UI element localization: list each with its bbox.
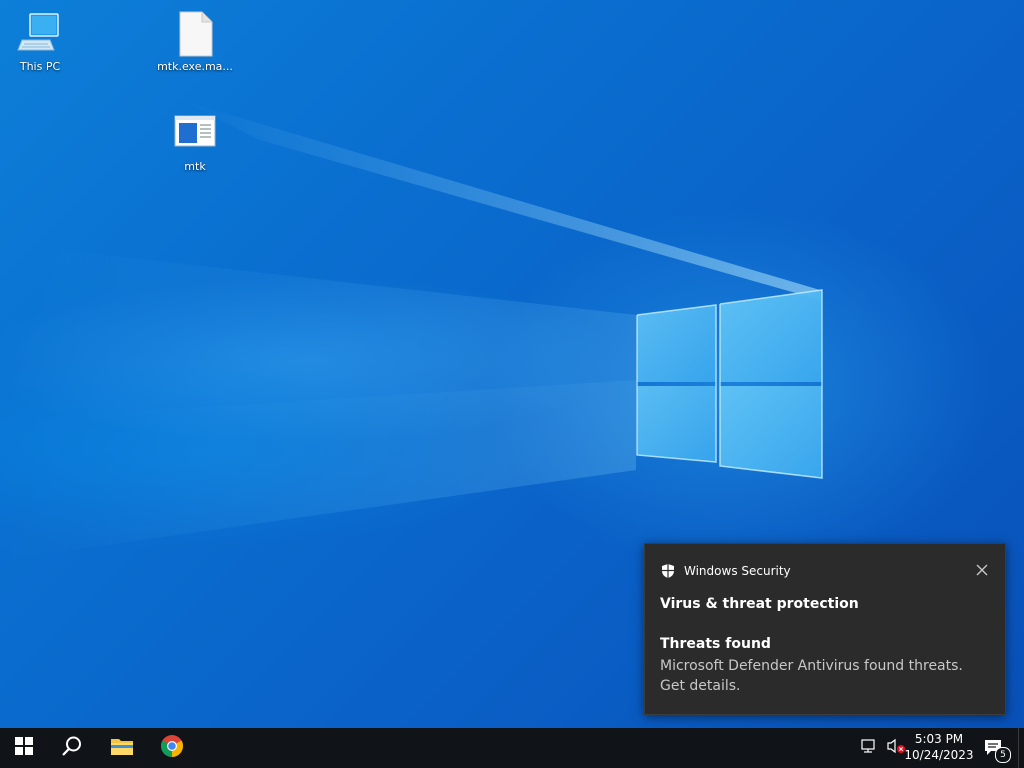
windows-security-toast[interactable]: Windows Security Virus & threat protecti… (644, 543, 1006, 715)
start-button[interactable] (0, 728, 48, 768)
toast-title: Virus & threat protection (660, 596, 859, 612)
clock-time: 5:03 PM (914, 732, 964, 746)
file-explorer-button[interactable] (98, 728, 146, 768)
clock-date: 10/24/2023 (904, 748, 974, 762)
blank-file-icon (171, 10, 219, 58)
toast-body: Microsoft Defender Antivirus found threa… (660, 658, 963, 694)
close-icon[interactable] (975, 562, 989, 576)
desktop-icon-mtk[interactable]: mtk (155, 110, 235, 173)
desktop-icon-this-pc[interactable]: This PC (0, 10, 80, 73)
folder-icon (110, 736, 134, 760)
clock[interactable]: 5:03 PM 10/24/2023 (900, 731, 978, 763)
toast-subtitle: Threats found (660, 636, 771, 652)
network-icon[interactable] (860, 738, 878, 758)
desktop-icon-label: mtk (184, 160, 206, 173)
chrome-button[interactable] (148, 728, 196, 768)
desktop-icon-label: This PC (19, 60, 61, 73)
taskbar: 5:03 PM 10/24/2023 5 (0, 728, 1024, 768)
notification-count-badge: 5 (995, 747, 1011, 763)
shield-icon (660, 563, 676, 579)
chrome-icon (160, 734, 184, 762)
search-button[interactable] (48, 728, 96, 768)
action-center-icon: 5 (983, 737, 1011, 763)
desktop-icon-mtk-exe[interactable]: mtk.exe.ma... (155, 10, 235, 73)
show-desktop-button[interactable] (1018, 728, 1024, 768)
action-center-button[interactable]: 5 (972, 728, 1016, 768)
this-pc-icon (16, 10, 64, 58)
windows-logo-icon (15, 737, 33, 759)
toast-app-name: Windows Security (684, 564, 791, 578)
application-window-icon (171, 110, 219, 158)
desktop-icon-label: mtk.exe.ma... (157, 60, 233, 73)
search-icon (61, 735, 83, 761)
toast-header: Windows Security (660, 563, 791, 579)
